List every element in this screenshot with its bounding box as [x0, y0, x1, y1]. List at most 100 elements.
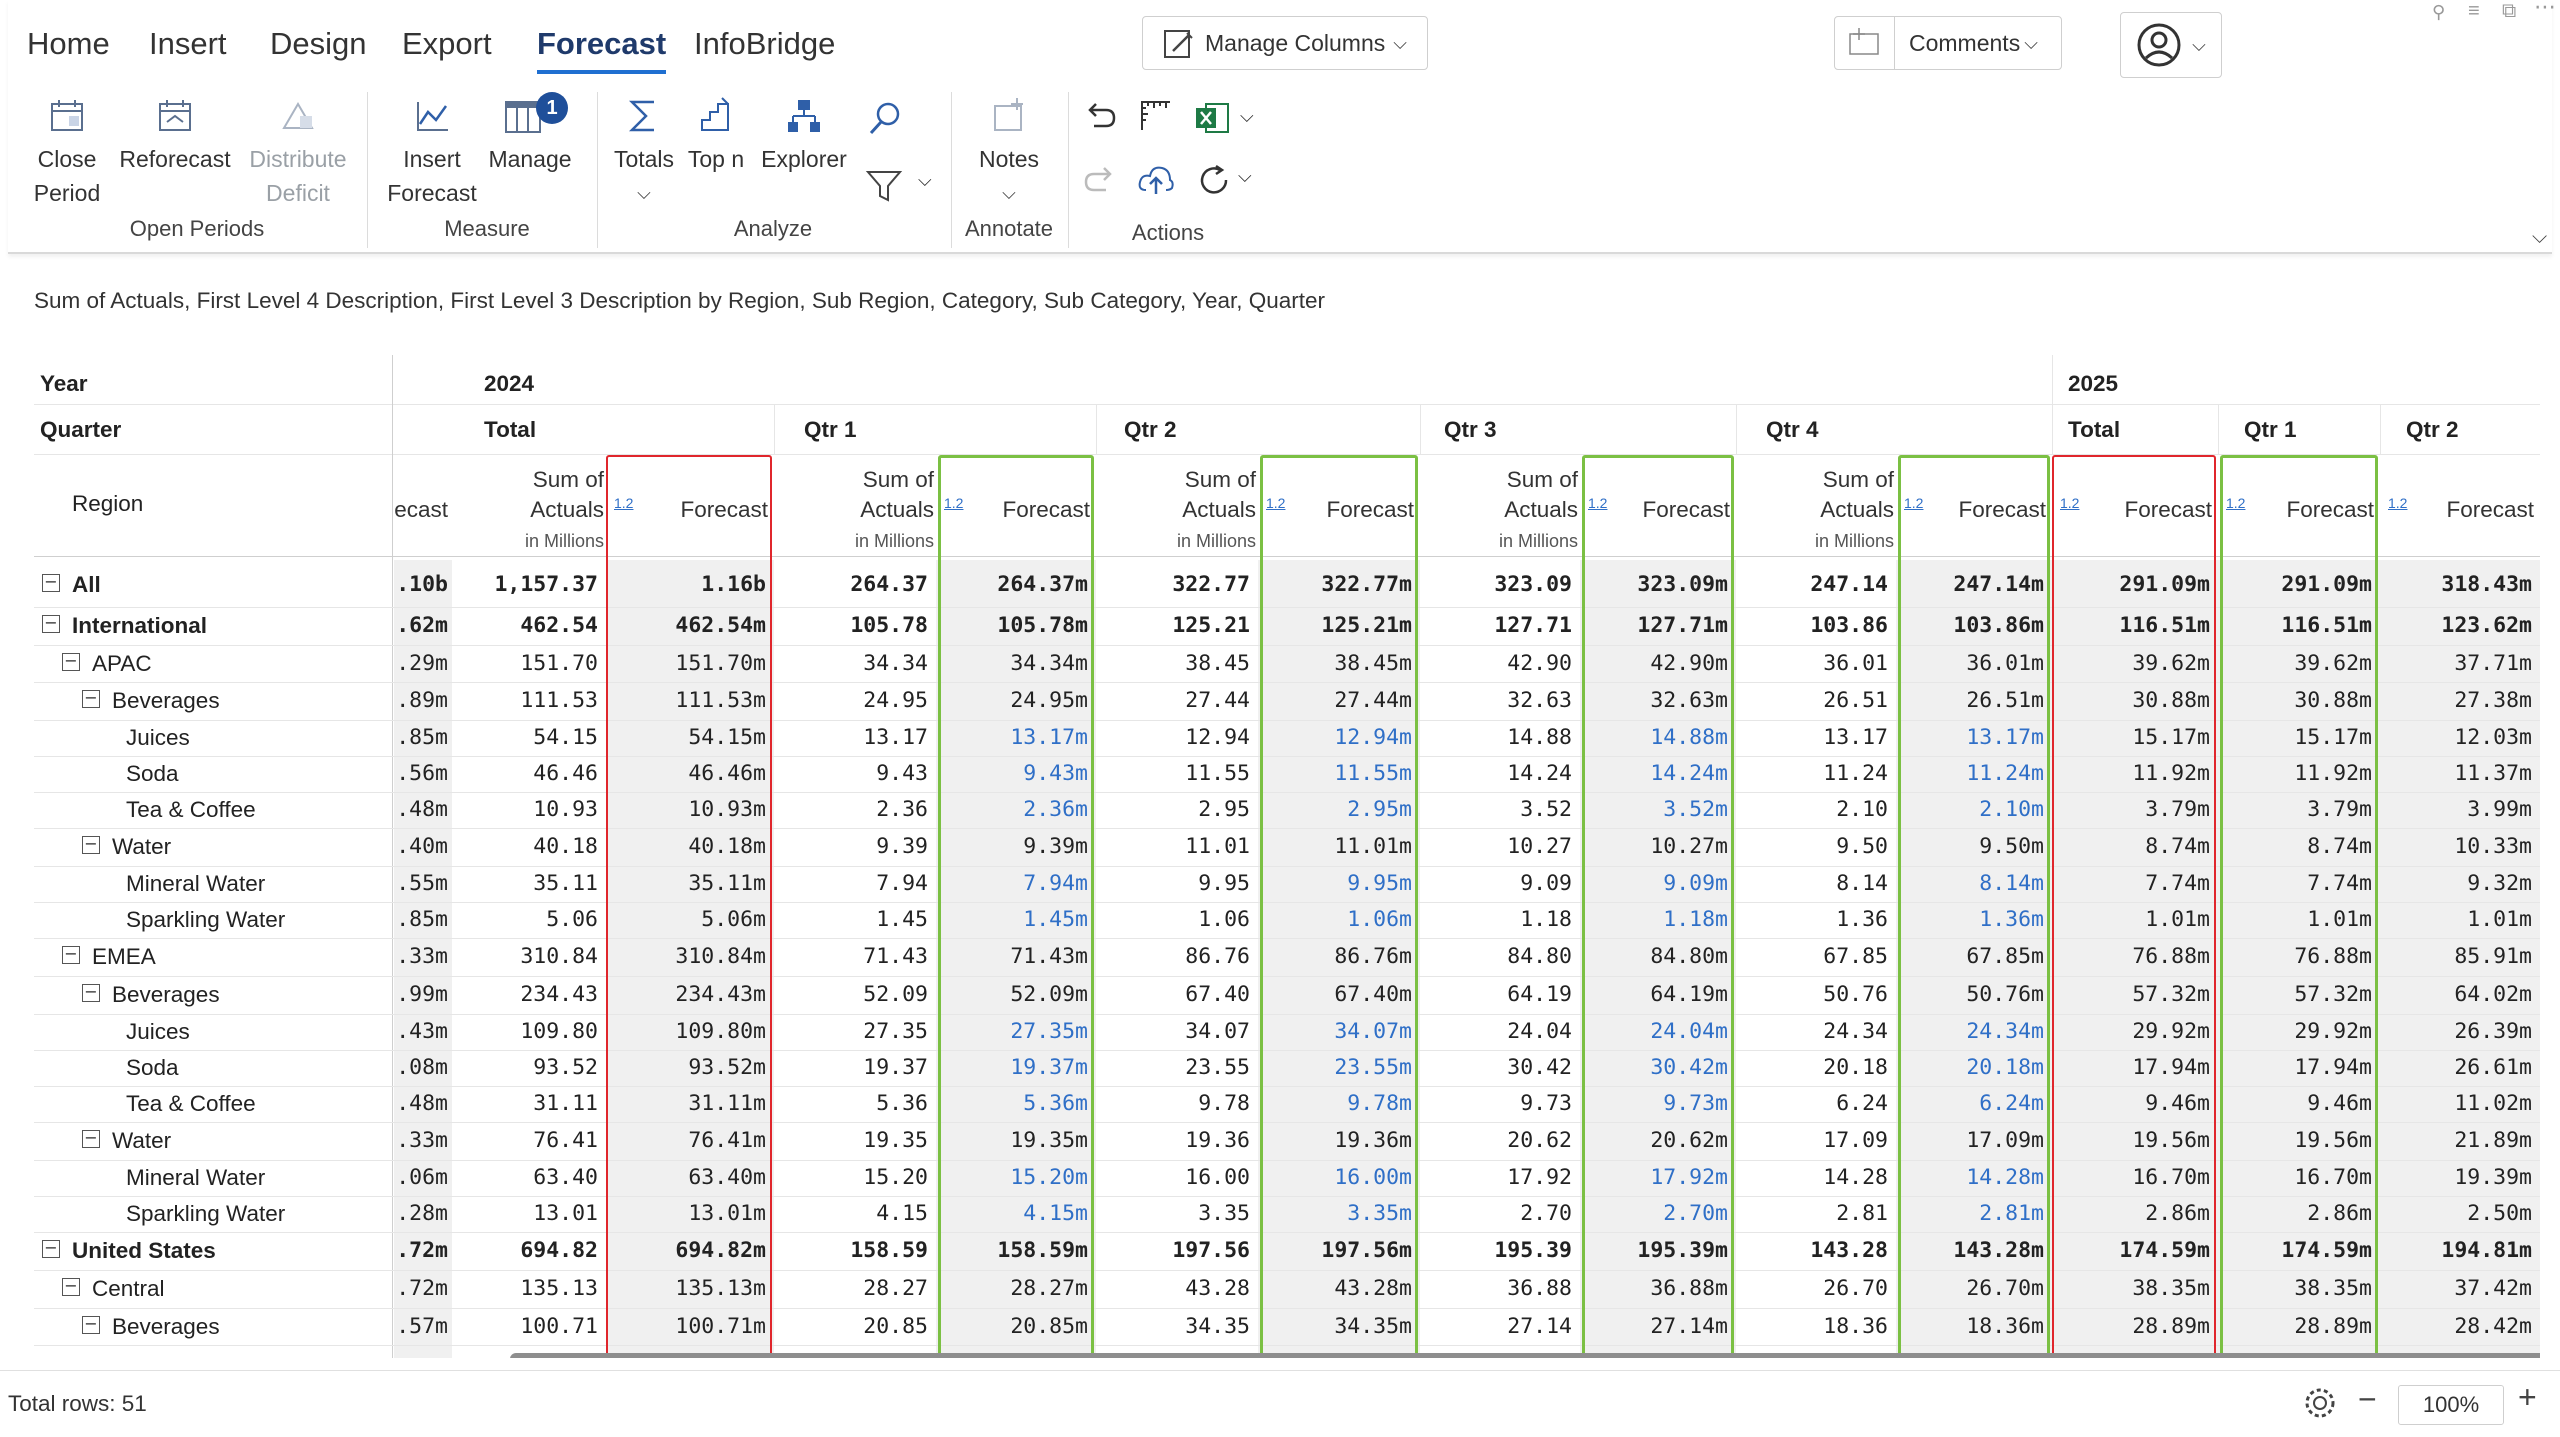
value-cell[interactable]: 9.43: [774, 761, 928, 786]
value-cell[interactable]: 31.11: [452, 1091, 598, 1116]
value-cell[interactable]: 85.91m: [2380, 944, 2532, 969]
value-cell[interactable]: 2.36m: [936, 797, 1088, 822]
value-cell[interactable]: 1.01m: [2218, 907, 2372, 932]
value-cell[interactable]: 9.09: [1420, 871, 1572, 896]
value-cell[interactable]: 135.13: [452, 1276, 598, 1301]
insert-forecast-button[interactable]: Insert Forecast: [380, 96, 484, 210]
value-cell[interactable]: 5.06: [452, 907, 598, 932]
table-row[interactable]: − Beverages .89m 111.53 111.53m 24.95 24.95m 27…: [34, 682, 2540, 720]
value-cell[interactable]: 125.21m: [1258, 613, 1412, 638]
value-cell[interactable]: 54.15: [452, 725, 598, 750]
value-cell[interactable]: 105.78: [774, 613, 928, 638]
value-cell[interactable]: 46.46m: [606, 761, 766, 786]
value-cell[interactable]: 36.01m: [1896, 651, 2044, 676]
value-cell[interactable]: 694.82m: [606, 1238, 766, 1263]
value-cell[interactable]: 14.88m: [1580, 725, 1728, 750]
value-cell[interactable]: 9.78m: [1258, 1091, 1412, 1116]
value-cell[interactable]: 105.78m: [936, 613, 1088, 638]
value-cell[interactable]: 24.95: [774, 688, 928, 713]
value-cell[interactable]: .55m: [394, 871, 448, 896]
value-cell[interactable]: 194.81m: [2380, 1238, 2532, 1263]
value-cell[interactable]: 9.43m: [936, 761, 1088, 786]
value-cell[interactable]: 76.41m: [606, 1128, 766, 1153]
value-cell[interactable]: 1.06m: [1258, 907, 1412, 932]
value-cell[interactable]: 15.20m: [936, 1165, 1088, 1190]
value-cell[interactable]: 10.27: [1420, 834, 1572, 859]
value-cell[interactable]: 31.11m: [606, 1091, 766, 1116]
value-cell[interactable]: 3.52m: [1580, 797, 1728, 822]
value-cell[interactable]: .43m: [394, 1019, 448, 1044]
table-row[interactable]: − United States .72m 694.82 694.82m 158.59 158…: [34, 1232, 2540, 1270]
value-cell[interactable]: .72m: [394, 1276, 448, 1301]
value-cell[interactable]: 13.17: [1736, 725, 1888, 750]
value-cell[interactable]: 3.35: [1096, 1201, 1250, 1226]
value-cell[interactable]: .33m: [394, 1128, 448, 1153]
value-cell[interactable]: 323.09: [1420, 572, 1572, 597]
value-cell[interactable]: 8.14: [1736, 871, 1888, 896]
value-cell[interactable]: 18.36: [1736, 1314, 1888, 1339]
value-cell[interactable]: 76.41: [452, 1128, 598, 1153]
value-cell[interactable]: 46.46: [452, 761, 598, 786]
table-row[interactable]: Juices .43m 109.80 109.80m 27.35 27.35m 34.07 3…: [34, 1014, 2540, 1050]
refresh-icon[interactable]: [1194, 160, 1234, 205]
sum-of-actuals-column-header[interactable]: Sum of Actuals in Millions: [1736, 465, 1894, 556]
value-cell[interactable]: 36.88m: [1580, 1276, 1728, 1301]
search-icon[interactable]: [866, 98, 906, 143]
value-cell[interactable]: 318.43m: [2380, 572, 2532, 597]
value-cell[interactable]: 30.42m: [1580, 1055, 1728, 1080]
value-cell[interactable]: 11.24: [1736, 761, 1888, 786]
value-cell[interactable]: 291.09m: [2218, 572, 2372, 597]
table-row[interactable]: Sparkling Water .28m 13.01 13.01m 4.15 4.15m 3…: [34, 1196, 2540, 1232]
distribute-deficit-button[interactable]: Distribute Deficit: [238, 96, 358, 210]
value-cell[interactable]: 13.01m: [606, 1201, 766, 1226]
value-cell[interactable]: 16.00m: [1258, 1165, 1412, 1190]
value-cell[interactable]: 57.32m: [2218, 982, 2372, 1007]
value-cell[interactable]: 116.51m: [2218, 613, 2372, 638]
forecast-column-header[interactable]: Forecast: [1896, 495, 2046, 525]
forecast-column-header[interactable]: Forecast: [936, 495, 1090, 525]
value-cell[interactable]: 151.70: [452, 651, 598, 676]
horizontal-scrollbar[interactable]: [510, 1353, 2540, 1358]
value-cell[interactable]: .72m: [394, 1238, 448, 1263]
table-row[interactable]: Tea & Coffee .48m 31.11 31.11m 5.36 5.36m 9.78…: [34, 1086, 2540, 1122]
value-cell[interactable]: 19.37m: [936, 1055, 1088, 1080]
user-menu-button[interactable]: ⌵: [2120, 12, 2222, 78]
value-cell[interactable]: 64.02m: [2380, 982, 2532, 1007]
value-cell[interactable]: 12.03m: [2380, 725, 2532, 750]
value-cell[interactable]: 11.01: [1096, 834, 1250, 859]
value-cell[interactable]: 39.62m: [2218, 651, 2372, 676]
value-cell[interactable]: 40.18: [452, 834, 598, 859]
value-cell[interactable]: 34.35: [1096, 1314, 1250, 1339]
value-cell[interactable]: 86.76: [1096, 944, 1250, 969]
value-cell[interactable]: 23.55m: [1258, 1055, 1412, 1080]
value-cell[interactable]: 6.24: [1736, 1091, 1888, 1116]
value-cell[interactable]: 28.89m: [2052, 1314, 2210, 1339]
value-cell[interactable]: 35.11m: [606, 871, 766, 896]
chevron-down-icon[interactable]: ⌵: [918, 170, 932, 191]
collapse-toggle-icon[interactable]: −: [42, 615, 60, 633]
value-cell[interactable]: 264.37m: [936, 572, 1088, 597]
value-cell[interactable]: 4.15: [774, 1201, 928, 1226]
tab-export[interactable]: Export: [402, 26, 492, 62]
value-cell[interactable]: 151.70m: [606, 651, 766, 676]
value-cell[interactable]: .48m: [394, 1091, 448, 1116]
value-cell[interactable]: 247.14: [1736, 572, 1888, 597]
value-cell[interactable]: 12.94: [1096, 725, 1250, 750]
value-cell[interactable]: 64.19: [1420, 982, 1572, 1007]
value-cell[interactable]: 38.45: [1096, 651, 1250, 676]
value-cell[interactable]: 20.18m: [1896, 1055, 2044, 1080]
value-cell[interactable]: 8.14m: [1896, 871, 2044, 896]
value-cell[interactable]: .10b: [394, 572, 448, 597]
sum-of-actuals-column-header[interactable]: Sum of Actuals in Millions: [1096, 465, 1256, 556]
value-cell[interactable]: 291.09m: [2052, 572, 2210, 597]
value-cell[interactable]: 18.36m: [1896, 1314, 2044, 1339]
value-cell[interactable]: 100.71: [452, 1314, 598, 1339]
sum-of-actuals-column-header[interactable]: Sum of Actuals in Millions: [452, 465, 604, 556]
value-cell[interactable]: 34.07m: [1258, 1019, 1412, 1044]
value-cell[interactable]: 34.35m: [1258, 1314, 1412, 1339]
value-cell[interactable]: 63.40: [452, 1165, 598, 1190]
value-cell[interactable]: 63.40m: [606, 1165, 766, 1190]
value-cell[interactable]: 2.10: [1736, 797, 1888, 822]
value-cell[interactable]: 13.17: [774, 725, 928, 750]
table-row[interactable]: − APAC .29m 151.70 151.70m 34.34 34.34m 38.45 38…: [34, 645, 2540, 682]
